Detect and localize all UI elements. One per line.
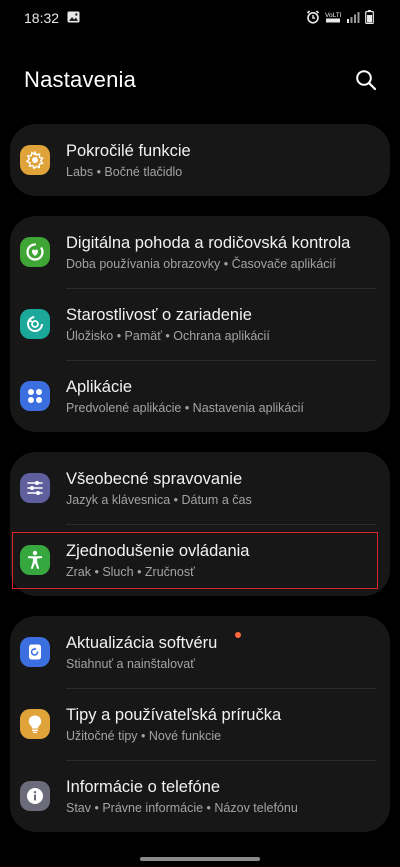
item-about-phone[interactable]: Informácie o telefóne Stav • Právne info… (10, 760, 390, 832)
tips-icon (20, 709, 50, 739)
battery-icon (365, 9, 374, 27)
status-bar: 18:32 VoLTE (0, 0, 400, 36)
page-title: Nastavenia (24, 67, 137, 92)
item-title: Digitálna pohoda a rodičovská kontrola (66, 233, 351, 252)
alarm-icon (306, 9, 320, 27)
item-tips-manual[interactable]: Tipy a používateľská príručka Užitočné t… (10, 688, 390, 760)
advanced-features-icon (20, 145, 50, 175)
volte-icon: VoLTE (325, 10, 345, 27)
item-subtitle: Jazyk a klávesnica • Dátum a čas (66, 492, 252, 507)
item-title: Tipy a používateľská príručka (66, 705, 282, 724)
item-software-update[interactable]: Aktualizácia softvéru Stiahnuť a nainšta… (10, 616, 390, 688)
item-subtitle: Labs • Bočné tlačidlo (66, 164, 183, 179)
item-title: Starostlivosť o zariadenie (66, 305, 252, 324)
search-button[interactable] (352, 66, 380, 94)
item-subtitle: Úložisko • Pamäť • Ochrana aplikácií (66, 328, 270, 343)
item-subtitle: Predvolené aplikácie • Nastavenia apliká… (66, 400, 304, 415)
general-management-icon (20, 473, 50, 503)
item-digital-wellbeing[interactable]: Digitálna pohoda a rodičovská kontrola D… (10, 216, 390, 288)
update-badge-dot (235, 632, 241, 638)
item-subtitle: Stav • Právne informácie • Názov telefón… (66, 800, 298, 815)
item-title: Všeobecné spravovanie (66, 469, 243, 488)
item-apps[interactable]: Aplikácie Predvolené aplikácie • Nastave… (10, 360, 390, 432)
item-subtitle: Užitočné tipy • Nové funkcie (66, 728, 222, 743)
item-title: Informácie o telefóne (66, 777, 221, 796)
software-update-icon (20, 637, 50, 667)
digital-wellbeing-icon (20, 237, 50, 267)
item-title: Pokročilé funkcie (66, 141, 191, 160)
home-indicator[interactable] (140, 857, 260, 861)
gallery-notification-icon (67, 10, 80, 26)
item-advanced-features[interactable]: Pokročilé funkcie Labs • Bočné tlačidlo (10, 124, 390, 196)
signal-icon (346, 10, 360, 26)
item-device-care[interactable]: Starostlivosť o zariadenie Úložisko • Pa… (10, 288, 390, 360)
settings-group-4: Aktualizácia softvéru Stiahnuť a nainšta… (10, 616, 390, 832)
item-subtitle: Stiahnuť a nainštalovať (66, 656, 195, 671)
item-title: Aktualizácia softvéru (66, 633, 218, 652)
item-title: Aplikácie (66, 377, 133, 396)
selection-highlight (12, 532, 378, 589)
svg-text:VoLTE: VoLTE (325, 12, 341, 19)
about-phone-icon (20, 781, 50, 811)
search-icon (356, 70, 377, 91)
status-time: 18:32 (24, 10, 60, 26)
header: Nastavenia (24, 60, 380, 100)
apps-icon (20, 381, 50, 411)
settings-group-2: Digitálna pohoda a rodičovská kontrola D… (10, 216, 390, 432)
device-care-icon (20, 309, 50, 339)
settings-group-1: Pokročilé funkcie Labs • Bočné tlačidlo (10, 124, 390, 196)
item-general-management[interactable]: Všeobecné spravovanie Jazyk a klávesnica… (10, 452, 390, 524)
item-subtitle: Doba používania obrazovky • Časovače apl… (66, 256, 336, 271)
